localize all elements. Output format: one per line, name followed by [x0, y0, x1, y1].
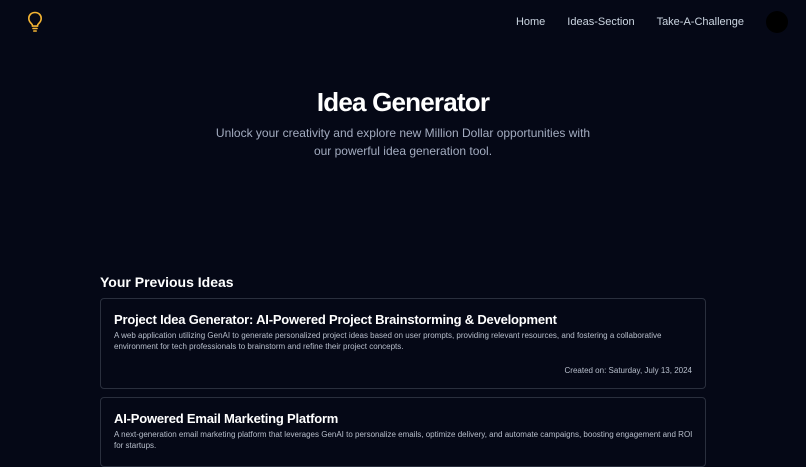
idea-card-title: AI-Powered Email Marketing Platform [114, 411, 339, 426]
main-nav: Home Ideas-Section Take-A-Challenge [516, 15, 744, 29]
idea-card-description: A web application utilizing GenAI to gen… [114, 331, 662, 351]
page-title: Idea Generator [316, 87, 490, 117]
previous-ideas-heading: Your Previous Ideas [100, 274, 234, 290]
navbar: Home Ideas-Section Take-A-Challenge [0, 0, 806, 43]
idea-card[interactable]: Project Idea Generator: AI-Powered Proje… [100, 298, 706, 389]
lightbulb-icon[interactable] [27, 11, 43, 33]
page-subtitle: Unlock your creativity and explore new M… [215, 126, 591, 158]
idea-card-description: A next-generation email marketing platfo… [114, 430, 693, 450]
idea-card-created-date: Created on: Saturday, July 13, 2024 [564, 366, 693, 375]
nav-link-ideas-section[interactable]: Ideas-Section [567, 15, 634, 29]
idea-card-title: Project Idea Generator: AI-Powered Proje… [114, 312, 557, 327]
nav-link-take-a-challenge[interactable]: Take-A-Challenge [657, 15, 744, 29]
nav-link-home[interactable]: Home [516, 15, 545, 29]
idea-card[interactable]: AI-Powered Email Marketing Platform A ne… [100, 397, 706, 467]
user-avatar[interactable] [766, 11, 788, 33]
